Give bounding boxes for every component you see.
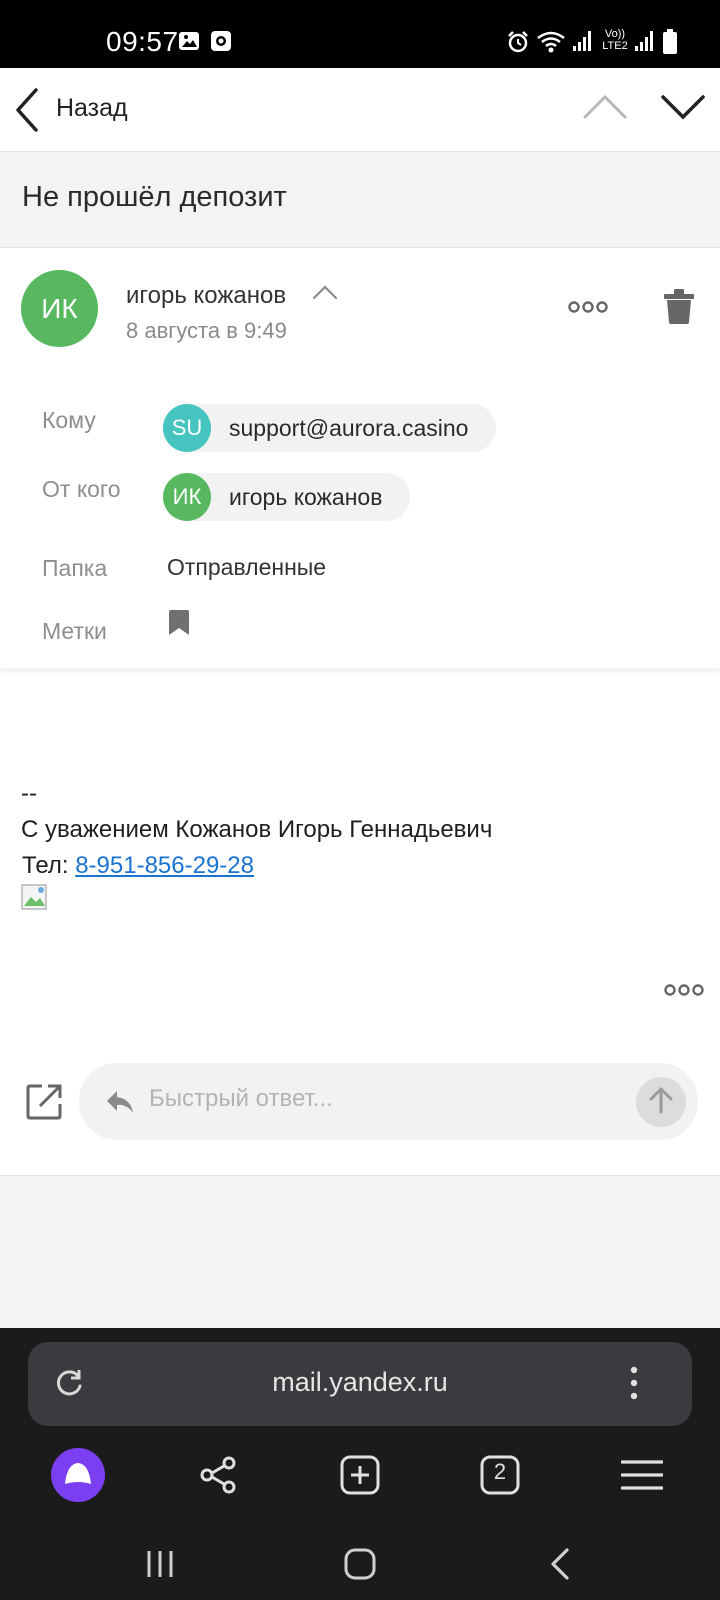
collapse-details-icon[interactable] bbox=[312, 284, 338, 305]
send-arrow-icon bbox=[649, 1086, 673, 1119]
recent-apps-icon[interactable] bbox=[130, 1540, 190, 1588]
recipient-avatar: SU bbox=[163, 404, 211, 452]
quick-reply-input[interactable]: Быстрый ответ... bbox=[79, 1063, 698, 1140]
signal-icon bbox=[634, 30, 654, 57]
compose-icon[interactable] bbox=[26, 1084, 62, 1125]
broken-image-icon bbox=[21, 884, 49, 915]
chevron-up-icon[interactable] bbox=[582, 94, 628, 125]
recipient-email: support@aurora.casino bbox=[229, 414, 469, 441]
sender-chip-name: игорь кожанов bbox=[229, 483, 383, 510]
alice-icon[interactable] bbox=[50, 1447, 106, 1503]
page-bottom-background bbox=[0, 1176, 720, 1328]
sender-avatar[interactable]: ИК bbox=[21, 270, 98, 347]
from-label: От кого bbox=[42, 476, 121, 502]
message-subject: Не прошёл депозит bbox=[22, 181, 287, 213]
signature-separator: -- bbox=[21, 780, 37, 807]
subject-bar: Не прошёл депозит bbox=[0, 152, 720, 248]
more-icon[interactable] bbox=[568, 300, 608, 319]
sender-name[interactable]: игорь кожанов bbox=[126, 282, 286, 310]
to-label: Кому bbox=[42, 407, 96, 433]
battery-icon bbox=[662, 29, 678, 60]
back-arrow-icon[interactable] bbox=[12, 86, 44, 139]
bookmark-icon[interactable] bbox=[167, 610, 191, 641]
system-back-icon[interactable] bbox=[530, 1540, 590, 1588]
top-navigation: Назад bbox=[0, 68, 720, 152]
phone-line: Тел: 8-951-856-29-28 bbox=[22, 852, 254, 880]
more-icon[interactable] bbox=[664, 983, 704, 1002]
send-button[interactable] bbox=[636, 1077, 686, 1127]
reply-icon bbox=[105, 1089, 135, 1120]
new-tab-icon[interactable] bbox=[332, 1447, 388, 1503]
signal-icon bbox=[572, 30, 592, 57]
home-icon[interactable] bbox=[330, 1540, 390, 1588]
folder-value[interactable]: Отправленные bbox=[167, 554, 326, 581]
wifi-icon bbox=[536, 30, 566, 59]
quick-reply-area: Быстрый ответ... bbox=[0, 1040, 720, 1176]
browser-bar: mail.yandex.ru 2 bbox=[0, 1328, 720, 1600]
reply-placeholder: Быстрый ответ... bbox=[149, 1085, 333, 1112]
chevron-down-icon[interactable] bbox=[660, 94, 706, 125]
menu-icon[interactable] bbox=[614, 1447, 670, 1503]
url-text[interactable]: mail.yandex.ru bbox=[28, 1367, 692, 1398]
tabs-icon[interactable]: 2 bbox=[472, 1447, 528, 1503]
alarm-icon bbox=[506, 30, 530, 59]
image-icon bbox=[178, 30, 200, 57]
folder-label: Папка bbox=[42, 555, 108, 581]
status-time: 09:57 bbox=[106, 26, 179, 57]
address-bar[interactable]: mail.yandex.ru bbox=[28, 1342, 692, 1426]
back-button-label[interactable]: Назад bbox=[56, 94, 128, 123]
phone-link[interactable]: 8-951-856-29-28 bbox=[75, 852, 254, 879]
sender-chip-avatar: ИК bbox=[163, 473, 211, 521]
tags-label: Метки bbox=[42, 618, 107, 644]
trash-icon[interactable] bbox=[664, 288, 694, 329]
volte-label: Vo)) LTE2 bbox=[602, 28, 628, 52]
message-header: ИК игорь кожанов 8 августа в 9:49 Кому S… bbox=[0, 248, 720, 668]
phone-prefix: Тел: bbox=[22, 852, 76, 879]
tabs-count: 2 bbox=[493, 1459, 507, 1484]
recipient-chip[interactable]: SU support@aurora.casino bbox=[163, 404, 497, 452]
sender-chip[interactable]: ИК игорь кожанов bbox=[163, 473, 411, 521]
kebab-icon[interactable] bbox=[630, 1366, 638, 1405]
signature-text: С уважением Кожанов Игорь Геннадьевич bbox=[21, 816, 493, 843]
status-bar: 09:57 Vo)) LTE2 bbox=[0, 0, 720, 68]
message-date: 8 августа в 9:49 bbox=[126, 318, 287, 343]
screen-record-icon bbox=[210, 30, 232, 57]
share-icon[interactable] bbox=[190, 1447, 246, 1503]
